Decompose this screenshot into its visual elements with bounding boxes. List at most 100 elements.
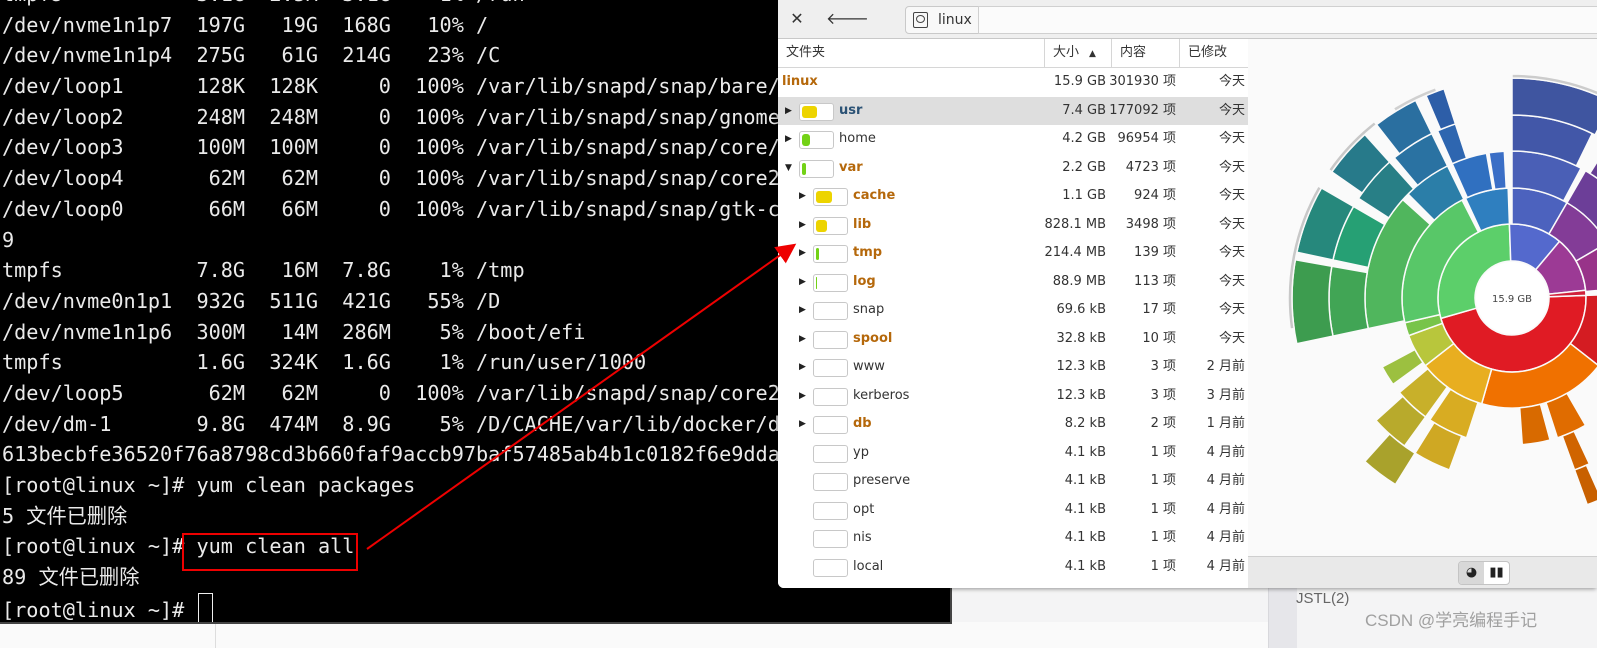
terminal-line: /dev/loop1 128K 128K 0 100% /var/lib/sna…: [2, 74, 793, 99]
folder-size: 12.3 kB: [1056, 387, 1106, 403]
sunburst-segment[interactable]: [1425, 87, 1457, 131]
collapsed-triangle-icon[interactable]: ▶: [799, 325, 806, 354]
folder-name: linux: [782, 74, 818, 89]
folder-row-preserve[interactable]: preserve 4.1 kB 1 项 4 月前: [778, 467, 1248, 496]
close-icon[interactable]: ✕: [784, 6, 810, 32]
view-toggle: ◕ ▮▮: [1458, 561, 1510, 585]
terminal-line: tmpfs 3.1G 2.5M 3.1G 1% /run: [2, 0, 804, 10]
terminal-line: /dev/nvme1n1p4 275G 61G 214G 23% /C: [2, 43, 501, 68]
collapsed-triangle-icon[interactable]: ▶: [799, 182, 806, 211]
treemap-chart-icon[interactable]: ▮▮: [1484, 562, 1509, 584]
terminal-line: 613becbfe36520f76a8798cd3b660faf9accb97b…: [2, 442, 780, 467]
sunburst-svg[interactable]: 15.9 GB: [1248, 39, 1597, 556]
folder-row-var[interactable]: ▼ var 2.2 GB 4723 项 今天: [778, 154, 1248, 183]
folder-name: log: [853, 273, 876, 289]
folder-name: www: [853, 359, 885, 374]
rings-chart-icon[interactable]: ◕: [1459, 562, 1484, 584]
folder-row-home[interactable]: ▶ home 4.2 GB 96954 项 今天: [778, 125, 1248, 154]
folder-row-www[interactable]: ▶ www 12.3 kB 3 项 2 月前: [778, 353, 1248, 382]
folder-row-db[interactable]: ▶ db 8.2 kB 2 项 1 月前: [778, 410, 1248, 439]
folder-row-linux[interactable]: linux 15.9 GB 301930 项 今天: [778, 68, 1248, 97]
column-modified[interactable]: 已修改: [1180, 39, 1248, 67]
terminal-line: [root@linux ~]# yum clean all: [2, 534, 355, 559]
usage-bar-fill: [816, 248, 819, 260]
terminal-line: /dev/loop0 66M 66M 0 100% /var/lib/snapd…: [2, 196, 805, 221]
usage-bar-fill: [816, 276, 817, 289]
sunburst-segment[interactable]: [1328, 265, 1370, 337]
terminal-line: /dev/dm-1 9.8G 474M 8.9G 5% /D/CACHE/var…: [2, 411, 805, 436]
folder-contents: 1 项: [1150, 558, 1176, 574]
terminal-line: /dev/loop3 100M 100M 0 100% /var/lib/sna…: [2, 135, 805, 160]
usage-bar: [813, 273, 848, 292]
collapsed-triangle-icon[interactable]: ▶: [799, 353, 806, 382]
back-arrow-icon[interactable]: 🡐: [826, 6, 869, 32]
folder-size: 4.1 kB: [1064, 501, 1106, 517]
folder-row-lib[interactable]: ▶ lib 828.1 MB 3498 项 今天: [778, 211, 1248, 240]
folder-modified: 今天: [1218, 102, 1245, 118]
folder-row-yp[interactable]: yp 4.1 kB 1 项 4 月前: [778, 439, 1248, 468]
collapsed-triangle-icon[interactable]: ▶: [799, 382, 806, 411]
expanded-triangle-icon[interactable]: ▼: [785, 154, 792, 183]
path-bar: [978, 6, 1597, 34]
column-folder[interactable]: 文件夹: [778, 39, 1045, 67]
usage-bar: [813, 501, 848, 520]
folder-size: 8.2 kB: [1064, 416, 1106, 431]
folder-size: 12.3 kB: [1056, 359, 1106, 374]
terminal-line: tmpfs 1.6G 324K 1.6G 1% /run/user/1000: [2, 350, 647, 375]
collapsed-triangle-icon[interactable]: ▶: [785, 125, 792, 154]
sunburst-segment[interactable]: [1573, 464, 1597, 506]
column-contents[interactable]: 内容: [1112, 39, 1180, 67]
sunburst-segment[interactable]: [1291, 258, 1334, 345]
usage-bar: [813, 302, 848, 320]
folder-row-tmp[interactable]: ▶ tmp 214.4 MB 139 项 今天: [778, 239, 1248, 268]
usage-bar: [813, 216, 848, 235]
folder-modified: 今天: [1218, 330, 1245, 346]
folder-name: cache: [853, 188, 896, 203]
disk-usage-analyzer-window: ✕ 🡐 linux 文件夹 大小 ▲ 内容 已修改 linux 15.9 GB 301…: [778, 0, 1597, 588]
terminal-line: /dev/nvme1n1p7 197G 19G 168G 10% /: [2, 12, 489, 37]
terminal-prompt-line[interactable]: [root@linux ~]#: [2, 592, 804, 622]
folder-contents: 96954 项: [1117, 131, 1177, 146]
folder-row-opt[interactable]: opt 4.1 kB 1 项 4 月前: [778, 496, 1248, 525]
usage-bar: [813, 188, 848, 206]
folder-row-snap[interactable]: ▶ snap 69.6 kB 17 项 今天: [778, 296, 1248, 325]
sunburst-segment[interactable]: [1518, 403, 1551, 446]
folder-modified: 1 月前: [1206, 416, 1245, 431]
collapsed-triangle-icon[interactable]: ▶: [785, 97, 792, 126]
sunburst-chart[interactable]: 15.9 GB: [1248, 39, 1597, 556]
folder-size: 2.2 GB: [1062, 159, 1106, 175]
folder-row-log[interactable]: ▶ log 88.9 MB 113 项 今天: [778, 268, 1248, 297]
folder-contents: 17 项: [1142, 302, 1176, 317]
folder-row-kerberos[interactable]: ▶ kerberos 12.3 kB 3 项 3 月前: [778, 382, 1248, 411]
folder-size: 214.4 MB: [1044, 245, 1106, 260]
background-sidebar: [1268, 588, 1297, 648]
sunburst-segment[interactable]: [1561, 430, 1591, 471]
path-button[interactable]: linux: [905, 6, 979, 34]
terminal-line: tmpfs 7.8G 16M 7.8G 1% /tmp: [2, 258, 525, 283]
folder-row-local[interactable]: local 4.1 kB 1 项 4 月前: [778, 553, 1248, 582]
folder-row-usr[interactable]: ▶ usr 7.4 GB 177092 项 今天: [778, 96, 1248, 126]
folder-row-cache[interactable]: ▶ cache 1.1 GB 924 项 今天: [778, 182, 1248, 211]
folder-name: db: [853, 416, 872, 431]
annotation-highlight-box: [182, 533, 358, 571]
usage-bar: [813, 444, 848, 463]
drive-icon: [913, 12, 928, 28]
sunburst-segment[interactable]: [1545, 392, 1587, 439]
folder-contents: 1 项: [1150, 473, 1176, 488]
collapsed-triangle-icon[interactable]: ▶: [799, 239, 806, 268]
folder-contents: 1 项: [1150, 530, 1176, 545]
collapsed-triangle-icon[interactable]: ▶: [799, 296, 806, 325]
usage-bar-fill: [802, 134, 810, 146]
folder-size: 4.1 kB: [1064, 530, 1106, 545]
jstl-link[interactable]: JSTL(2): [1296, 590, 1349, 607]
collapsed-triangle-icon[interactable]: ▶: [799, 410, 806, 439]
folder-modified: 今天: [1218, 188, 1245, 203]
folder-row-spool[interactable]: ▶ spool 32.8 kB 10 项 今天: [778, 325, 1248, 354]
folder-row-nis[interactable]: nis 4.1 kB 1 项 4 月前: [778, 524, 1248, 553]
collapsed-triangle-icon[interactable]: ▶: [799, 268, 806, 297]
column-size[interactable]: 大小 ▲: [1045, 39, 1112, 67]
terminal-line: /dev/nvme0n1p1 932G 511G 421G 55% /D: [2, 288, 501, 313]
collapsed-triangle-icon[interactable]: ▶: [799, 211, 806, 240]
folder-modified: 4 月前: [1206, 530, 1245, 545]
sort-ascending-icon: ▲: [1089, 49, 1096, 59]
